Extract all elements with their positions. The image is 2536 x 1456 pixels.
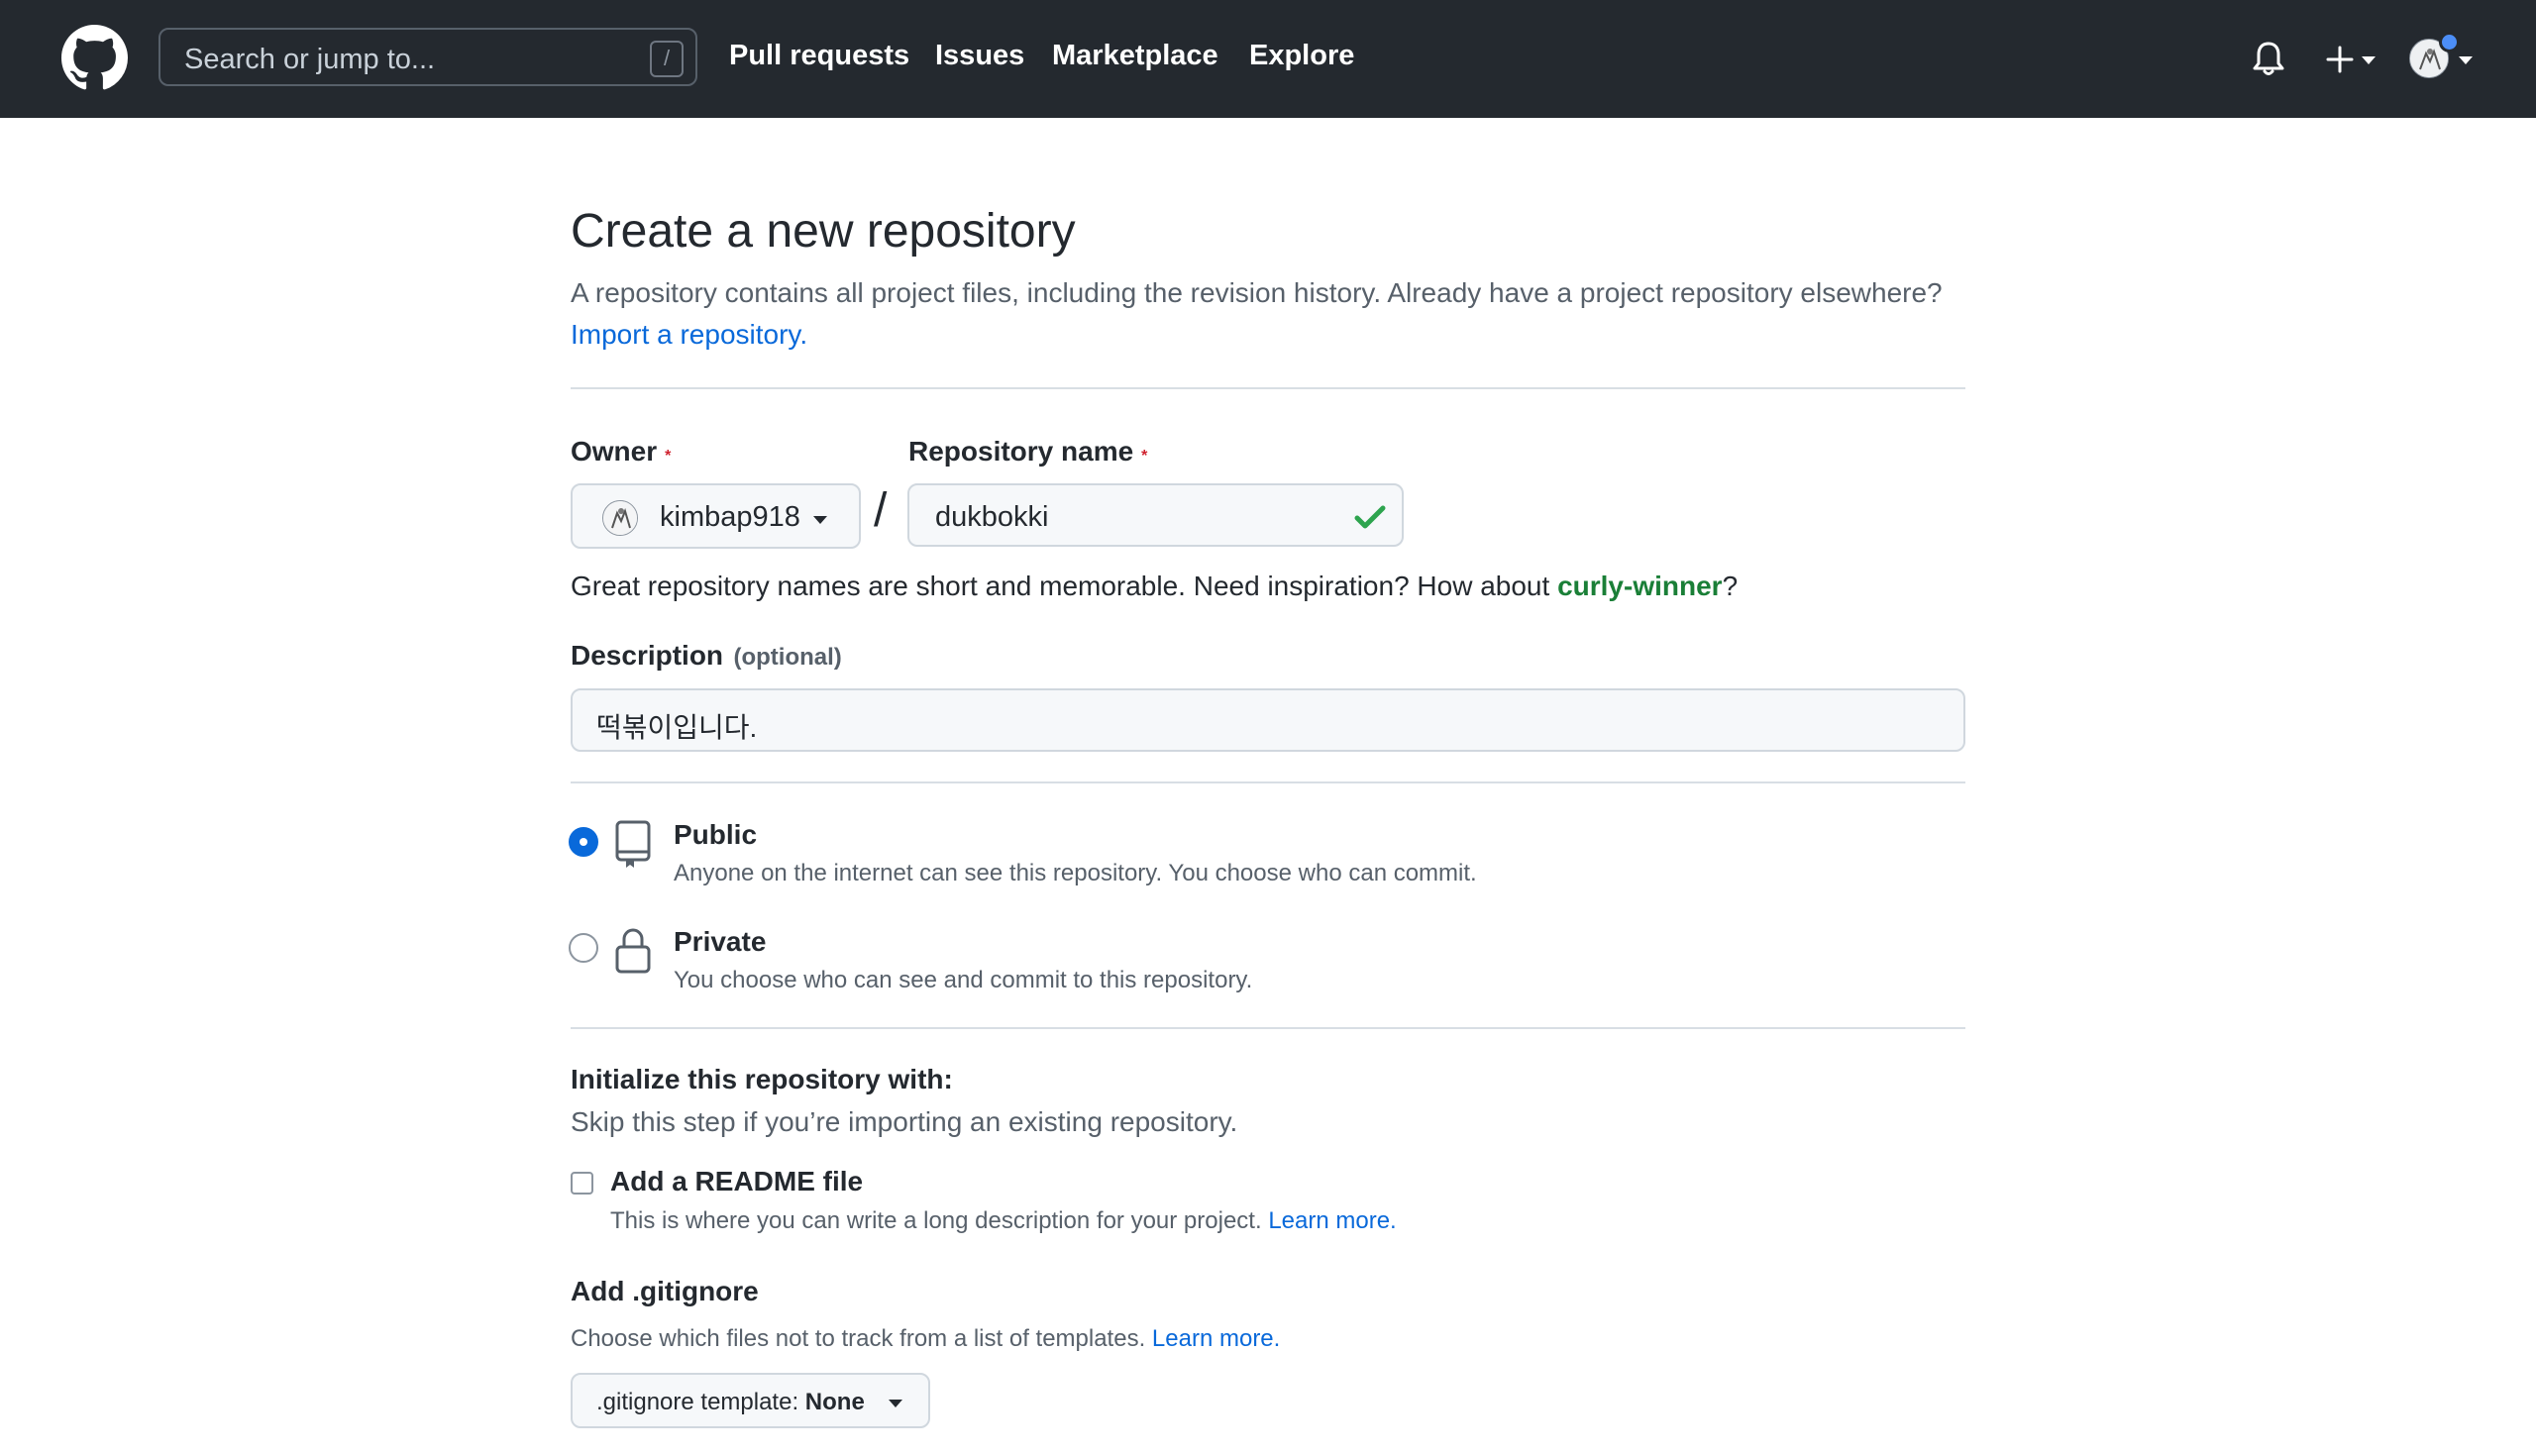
gitignore-select-label: .gitignore template: None [596,1389,865,1416]
page-title: Create a new repository [571,205,1076,258]
repo-name-label: Repository name * [908,436,1147,468]
nav-issues[interactable]: Issues [935,40,1024,72]
owner-avatar [602,500,638,536]
plus-icon[interactable] [2325,45,2355,74]
description-optional-tag: (optional) [733,644,842,671]
add-readme-checkbox[interactable] [571,1172,593,1195]
repo-name-label-text: Repository name [908,436,1134,467]
initialize-section-title: Initialize this repository with: [571,1064,953,1094]
suggested-name-link[interactable]: curly-winner [1557,571,1722,601]
gitignore-desc-text: Choose which files not to track from a l… [571,1325,1146,1352]
owner-required-mark: * [665,448,672,465]
global-header: Search or jump to... / Pull requests Iss… [0,0,2536,118]
notification-dot-icon [2439,32,2460,52]
owner-avatar-image-icon [603,501,637,535]
description-value: 떡볶이입니다. [596,712,758,743]
gitignore-select-prefix: .gitignore template: [596,1389,799,1415]
repo-name-required-mark: * [1141,448,1148,465]
global-search-input[interactable]: Search or jump to... / [158,28,697,86]
plus-dropdown-chevron-icon[interactable] [2361,55,2377,65]
lock-icon [615,928,651,974]
nav-explore[interactable]: Explore [1249,40,1354,72]
nav-pull-requests[interactable]: Pull requests [729,40,909,72]
gitignore-section-title: Add .gitignore [571,1276,759,1306]
avatar-dropdown-chevron-icon[interactable] [2458,55,2474,65]
gitignore-description: Choose which files not to track from a l… [571,1325,1280,1353]
owner-dropdown-chevron-icon [813,516,827,524]
private-option-description: You choose who can see and commit to thi… [674,967,1253,993]
repository-name-hint: Great repository names are short and mem… [571,571,1738,602]
public-radio[interactable] [569,827,598,857]
nav-marketplace[interactable]: Marketplace [1052,40,1218,72]
github-logo-icon[interactable] [61,25,128,91]
description-label: Description (optional) [571,640,842,672]
divider [571,387,1965,389]
public-option-description: Anyone on the internet can see this repo… [674,860,1477,886]
add-readme-description: This is where you can write a long descr… [610,1207,1397,1235]
description-input[interactable]: 떡볶이입니다. [571,688,1965,752]
public-option-title: Public [674,819,758,850]
divider [571,781,1965,783]
repo-book-icon [615,820,651,868]
private-radio[interactable] [569,933,598,963]
page-subtitle: A repository contains all project files,… [571,272,1977,356]
owner-name: kimbap918 [660,501,800,533]
gitignore-learn-more-link[interactable]: Learn more. [1152,1325,1280,1352]
divider [571,1027,1965,1029]
bell-icon[interactable] [2251,40,2286,77]
hint-suffix: ? [1722,571,1739,601]
owner-label: Owner * [571,436,671,468]
readme-learn-more-link[interactable]: Learn more. [1268,1207,1396,1234]
import-repository-link[interactable]: Import a repository. [571,319,807,350]
add-readme-label[interactable]: Add a README file [610,1166,863,1197]
owner-select[interactable]: kimbap918 [571,483,861,549]
gitignore-select-value: None [804,1389,865,1415]
initialize-section-subtitle: Skip this step if you’re importing an ex… [571,1106,1238,1137]
private-option-title: Private [674,926,767,957]
owner-repo-separator: / [874,484,888,537]
search-placeholder: Search or jump to... [184,44,436,75]
repository-name-input[interactable]: dukbokki [907,483,1404,547]
gitignore-template-select[interactable]: .gitignore template: None [571,1373,930,1428]
repository-name-value: dukbokki [935,501,1049,533]
gitignore-dropdown-chevron-icon [889,1400,902,1407]
hint-text: Great repository names are short and mem… [571,571,1550,601]
owner-label-text: Owner [571,436,658,467]
description-label-text: Description [571,640,724,671]
search-shortcut-key: / [650,41,684,77]
subtitle-text: A repository contains all project files,… [571,277,1943,308]
check-icon [1354,505,1386,529]
readme-desc-text: This is where you can write a long descr… [610,1207,1262,1234]
